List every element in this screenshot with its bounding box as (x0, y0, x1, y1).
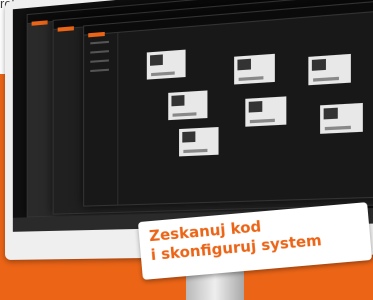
device-card (179, 127, 219, 157)
device-card (320, 102, 363, 134)
logo-icon (57, 26, 74, 32)
sidebar-item (90, 40, 109, 45)
device-card (168, 90, 208, 121)
monitor-screen (12, 0, 373, 232)
window-front (83, 0, 373, 207)
device-card (245, 96, 287, 127)
sidebar-item (90, 59, 109, 63)
sidebar-item (90, 50, 109, 54)
sidebar-item (90, 68, 109, 73)
sticker-text: Zeskanuj kod i skonfiguruj system (148, 212, 322, 265)
logo-icon (31, 20, 48, 26)
window-sidebar (84, 32, 119, 206)
device-card (308, 53, 351, 86)
device-card (146, 49, 186, 80)
device-card (234, 53, 275, 85)
